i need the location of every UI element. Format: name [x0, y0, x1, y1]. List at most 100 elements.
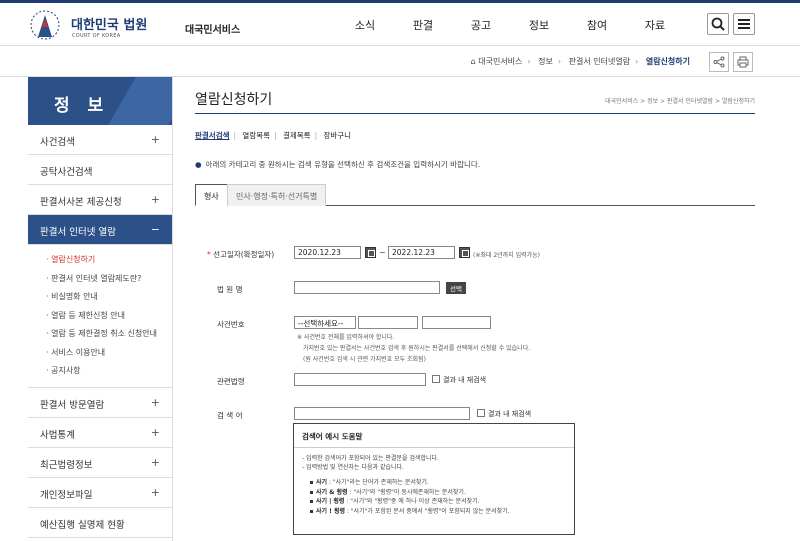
home-icon[interactable]: ⌂: [471, 57, 476, 66]
sidebar-item-copy-request[interactable]: 판결서사본 제공신청 +: [28, 185, 172, 215]
sidebar-title: 정 보: [28, 77, 172, 125]
breadcrumb-current: 열람신청하기: [645, 57, 690, 66]
law-label: 관련법령: [217, 377, 245, 386]
law-input[interactable]: [294, 373, 426, 386]
breadcrumb-item[interactable]: 판결서 인터넷열람: [569, 57, 630, 66]
page-title: 열람신청하기: [195, 92, 273, 108]
date-hint: (※최대 2년까지 입력가능): [473, 252, 541, 259]
help-operator: 사기 : "사기"라는 단어가 존재하는 문서찾기.: [294, 478, 574, 488]
breadcrumb-item[interactable]: 정보: [538, 57, 553, 66]
breadcrumb: ⌂ 대국민서비스 › 정보 › 판결서 인터넷열람 › 열람신청하기: [470, 57, 690, 66]
submenu-item-restrict-cancel[interactable]: · 열람 등 제한결정 취소 신청안내: [46, 325, 172, 344]
keyword-help-tooltip: 검색어 예시 도움말 - 입력한 검색어가 포함되어 있는 판결문을 검색합니다…: [293, 423, 575, 535]
breadcrumb-bar: ⌂ 대국민서비스 › 정보 › 판결서 인터넷열람 › 열람신청하기: [0, 47, 800, 77]
expand-icon: +: [150, 133, 160, 146]
law-recheck-label: 결과 내 재검색: [443, 376, 487, 384]
court-select-button[interactable]: 선택: [446, 282, 466, 294]
sub-navigation: 판결서검색 | 열람목록 | 결제목록 | 장바구니: [195, 131, 352, 140]
nav-news[interactable]: 소식: [336, 17, 394, 33]
brand-subtitle: COURT OF KOREA: [72, 33, 121, 39]
submenu-item-request[interactable]: · 열람신청하기: [46, 251, 172, 270]
subnav-cart[interactable]: 장바구니: [323, 131, 351, 140]
keyword-input[interactable]: [294, 407, 470, 420]
sidebar-item-visit-view[interactable]: 판결서 방문열람 +: [28, 388, 172, 418]
date-label: * 선고일자(확정일자): [207, 250, 275, 259]
nav-info[interactable]: 정보: [510, 17, 568, 33]
case-type-tabs: 형사 민사·행정·특허·선거특별: [195, 184, 755, 206]
law-recheck-checkbox[interactable]: [432, 375, 440, 383]
sidebar-item-laws[interactable]: 최근법령정보 +: [28, 448, 172, 478]
expand-icon: +: [150, 395, 160, 409]
nav-participation[interactable]: 참여: [568, 17, 626, 33]
service-name: 대국민서비스: [185, 25, 241, 36]
sidebar: 정 보 사건검색 + 공탁사건검색 판결서사본 제공신청 + 판결서 인터넷 열람 −…: [28, 77, 173, 541]
submenu-item-guide[interactable]: · 서비스 이용안내: [46, 344, 172, 363]
sidebar-submenu: · 열람신청하기 · 판결서 인터넷 열람제도란? · 비실명화 안내 · 열람…: [28, 245, 172, 388]
case-note: 가지번호 있는 판결서는 사건번호 검색 후 원하시는 판결서를 선택해서 신청…: [303, 345, 531, 352]
submenu-item-about[interactable]: · 판결서 인터넷 열람제도란?: [46, 270, 172, 289]
calendar-icon[interactable]: [365, 247, 376, 258]
search-button[interactable]: [707, 13, 729, 35]
global-nav: 소식 판결 공고 정보 참여 자료: [336, 17, 684, 33]
keyword-label: 검 색 어: [217, 411, 243, 420]
expand-icon: +: [150, 425, 160, 439]
help-operator: 사기 | 횡령 : "사기"와 "횡령"중 에 하나 이상 존재하는 문서찾기.: [294, 497, 574, 507]
submenu-item-notices[interactable]: · 공지사항: [46, 362, 172, 381]
case-year-select[interactable]: --선택하세요--: [294, 316, 356, 329]
expand-icon: +: [150, 485, 160, 499]
submenu-item-anonymize[interactable]: · 비실명화 안내: [46, 288, 172, 307]
court-label: 법 원 명: [217, 285, 243, 294]
site-header: 대한민국 법원 COURT OF KOREA 대국민서비스 소식 판결 공고 정…: [0, 3, 800, 46]
share-button[interactable]: [709, 52, 729, 72]
search-icon: [711, 17, 725, 31]
menu-button[interactable]: [733, 13, 755, 35]
help-operator: 사기 ! 횡령 : "사기"가 포함된 문서 중에서 "횡령"이 포함되지 않는…: [294, 507, 574, 517]
subnav-search[interactable]: 판결서검색: [195, 131, 230, 140]
court-emblem-icon: [30, 10, 60, 40]
instruction-text: ● 아래의 카테고리 중 원하시는 검색 유형을 선택하신 후 검색조건을 입력하…: [195, 160, 481, 169]
tab-civil-admin[interactable]: 민사·행정·특허·선거특별: [227, 184, 327, 206]
sidebar-item-case-search[interactable]: 사건검색 +: [28, 125, 172, 155]
sidebar-item-budget[interactable]: 예산집행 실명제 현황: [28, 508, 172, 538]
submenu-item-restrict[interactable]: · 열람 등 제한신청 안내: [46, 307, 172, 326]
expand-icon: +: [150, 455, 160, 469]
hamburger-icon: [738, 19, 750, 29]
help-line: - 입력한 검색어가 포함되어 있는 판결문을 검색합니다.: [302, 455, 439, 462]
sidebar-item-online-view[interactable]: 판결서 인터넷 열람 −: [28, 215, 172, 245]
date-to-input[interactable]: 2022.12.23: [388, 246, 455, 259]
case-note: (원 사건번호 검색 시 관련 가지번호 모두 조회됨): [303, 356, 426, 363]
nav-resources[interactable]: 자료: [626, 17, 684, 33]
keyword-recheck-checkbox[interactable]: [477, 409, 485, 417]
site-logo[interactable]: 대한민국 법원 COURT OF KOREA 대국민서비스: [28, 7, 240, 43]
court-input[interactable]: [294, 281, 440, 294]
title-divider: [195, 113, 755, 114]
sidebar-item-privacy[interactable]: 개인정보파일 +: [28, 478, 172, 508]
case-note: ※ 사건번호 전체를 입력하셔야 합니다.: [297, 334, 395, 341]
case-number-label: 사건번호: [217, 320, 245, 329]
calendar-icon[interactable]: [459, 247, 470, 258]
collapse-icon: −: [150, 223, 160, 236]
tab-criminal[interactable]: 형사: [195, 184, 228, 206]
help-line: - 입력방법 및 연산자는 다음과 같습니다.: [302, 464, 404, 471]
print-icon: [737, 56, 749, 68]
help-operator: 사기 & 횡령 : "사기"와 "횡령"이 동시에존재하는 문서찾기.: [294, 488, 574, 498]
page-breadcrumb: 대국민서비스 > 정보 > 판결서 인터넷열람 > 열람신청하기: [605, 98, 755, 105]
sidebar-item-statistics[interactable]: 사법통계 +: [28, 418, 172, 448]
print-button[interactable]: [733, 52, 753, 72]
help-title: 검색어 예시 도움말: [294, 424, 574, 448]
nav-judgment[interactable]: 판결: [394, 17, 452, 33]
bullet-circle-icon: ●: [195, 160, 202, 169]
subnav-payments[interactable]: 결제목록: [283, 131, 311, 140]
keyword-recheck-label: 결과 내 재검색: [488, 410, 532, 418]
case-serial-input[interactable]: [422, 316, 491, 329]
subnav-view-list[interactable]: 열람목록: [242, 131, 270, 140]
date-range-separator: ~: [379, 248, 386, 257]
date-from-input[interactable]: 2020.12.23: [294, 246, 361, 259]
expand-icon: +: [150, 193, 160, 206]
brand-name: 대한민국 법원: [71, 18, 148, 33]
nav-notice[interactable]: 공고: [452, 17, 510, 33]
case-type-input[interactable]: [358, 316, 418, 329]
breadcrumb-item[interactable]: 대국민서비스: [478, 57, 522, 66]
share-icon: [713, 56, 725, 68]
sidebar-item-deposit-search[interactable]: 공탁사건검색: [28, 155, 172, 185]
